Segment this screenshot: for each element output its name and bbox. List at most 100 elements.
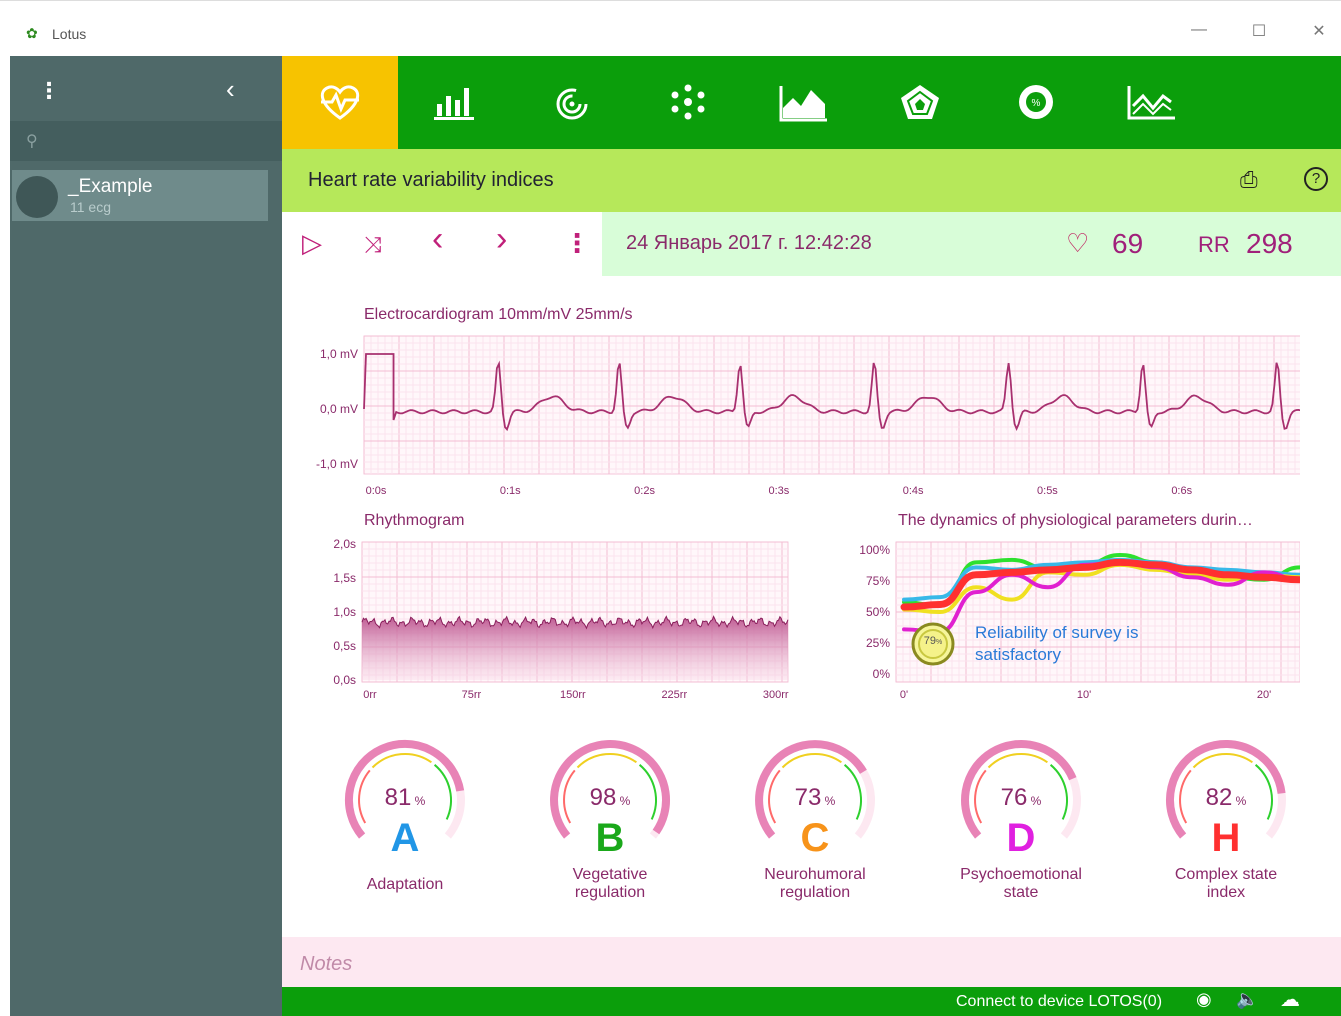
gauge-label: Adaptation	[313, 876, 497, 894]
tab-heart-pulse[interactable]	[282, 56, 398, 149]
print-icon[interactable]: ⎙	[1240, 167, 1258, 193]
tick-label: 25%	[866, 636, 890, 650]
rr-label: RR	[1198, 232, 1230, 257]
trend-chart-icon	[1127, 86, 1175, 120]
list-item-subtitle: 11 ecg	[70, 199, 111, 215]
notes-placeholder: Notes	[300, 953, 353, 975]
gauge-unit: %	[1027, 794, 1042, 808]
tick-label: 300rr	[763, 689, 789, 701]
tick-label: 150rr	[560, 689, 586, 701]
collapse-sidebar-icon[interactable]: ‹	[226, 74, 235, 105]
minimize-button[interactable]: —	[1184, 21, 1214, 39]
shuffle-icon[interactable]: ⤨	[364, 232, 382, 258]
more-options-icon[interactable]: ⋮	[564, 228, 590, 259]
ecg-chart: 1,0 mV 0,0 mV -1,0 mV 0:0s 0:1s 0:2s 0:3s 0:4s 0…	[316, 335, 1300, 497]
svg-text:%: %	[1032, 98, 1041, 109]
gauge-unit: %	[616, 794, 631, 808]
tab-spiral[interactable]	[514, 56, 630, 149]
search-input[interactable]: ⚲	[10, 121, 282, 161]
gauge-value: 82	[1205, 784, 1233, 811]
tab-area-chart[interactable]	[746, 56, 862, 149]
gauge-letter: C	[800, 816, 830, 860]
gauge-d[interactable]: 76 % D Psychoemotional state	[959, 738, 1139, 918]
tick-label: 0:3s	[768, 485, 789, 497]
tick-label: 0,0s	[333, 673, 356, 687]
search-icon: ⚲	[26, 133, 38, 150]
tab-pentagon-radar[interactable]	[862, 56, 978, 149]
help-icon[interactable]: ?	[1304, 167, 1328, 191]
avatar	[16, 176, 58, 218]
close-button[interactable]: ✕	[1304, 21, 1334, 41]
list-item-example[interactable]: _Example 11 ecg	[12, 170, 268, 221]
gauge-a[interactable]: 81 % A Adaptation	[343, 738, 523, 918]
bar-chart-icon	[434, 88, 474, 120]
gauge-label-line: index	[1206, 884, 1246, 901]
page-title: Heart rate variability indices	[308, 169, 554, 191]
ecg-chart-title: Electrocardiogram 10mm/mV 25mm/s	[364, 306, 633, 323]
tab-molecule[interactable]	[630, 56, 746, 149]
tick-label: 1,5s	[333, 571, 356, 585]
molecule-icon	[671, 84, 705, 120]
gauge-zone-yellow	[1192, 753, 1253, 769]
tab-percent[interactable]: %	[978, 56, 1094, 149]
spiral-icon	[556, 88, 588, 120]
gauge-h[interactable]: 82 % H Complex state index	[1164, 738, 1341, 918]
gauge-zone-yellow	[987, 753, 1048, 769]
gauge-label-line: regulation	[574, 884, 646, 901]
tab-bar-chart[interactable]	[398, 56, 514, 149]
rhythmogram-chart: 2,0s 1,5s 1,0s 0,5s 0,0s 0rr 75rr 150rr 225rr 300…	[333, 537, 789, 701]
tick-label: 0'	[900, 689, 908, 701]
gauge-value: 76	[1000, 784, 1028, 811]
sidebar-menu-icon[interactable]: ⋮	[38, 78, 60, 104]
record-datetime: 24 Январь 2017 г. 12:42:28	[626, 232, 872, 254]
heart-pulse-icon	[320, 85, 360, 120]
gauge-b[interactable]: 98 % B Vegetative regulation	[548, 738, 728, 918]
main-toolbar: %	[282, 56, 1341, 149]
tick-label: 0:6s	[1171, 485, 1192, 497]
pentagon-radar-icon	[901, 85, 939, 119]
sidebar: ⋮ ‹ ⚲ _Example 11 ecg	[10, 56, 282, 1016]
record-info-bar: 24 Январь 2017 г. 12:42:28 ♡ 69 RR 298	[602, 212, 1341, 276]
tick-label: 75rr	[462, 689, 482, 701]
reliability-text: Reliability of survey is satisfactory	[975, 623, 1139, 664]
gauge-label-line: Adaptation	[366, 876, 444, 893]
list-item-name: _Example	[68, 176, 153, 197]
tick-label: 225rr	[661, 689, 687, 701]
tick-label: -1,0 mV	[316, 457, 358, 471]
gauge-label-line: state	[1003, 884, 1039, 901]
tick-label: 0:1s	[500, 485, 521, 497]
play-icon[interactable]: ▷	[302, 228, 322, 259]
gauge-c[interactable]: 73 % C Neurohumoral regulation	[753, 738, 933, 918]
reliability-value: 79	[923, 635, 936, 647]
device-connection-status[interactable]: Connect to device LOTOS(0)	[956, 993, 1162, 1011]
notes-field[interactable]: Notes	[282, 937, 1341, 987]
record-icon[interactable]: ◉	[1196, 989, 1212, 1010]
tick-label: 0:4s	[903, 485, 924, 497]
tick-label: 50%	[866, 605, 890, 619]
sound-icon[interactable]: 🔈	[1236, 989, 1258, 1010]
gauge-label: Vegetative regulation	[518, 866, 702, 902]
gauge-label: Psychoemotional state	[929, 866, 1113, 902]
gauge-label-line: Complex state	[1174, 866, 1278, 883]
tick-label: 0%	[873, 667, 891, 681]
gauge-unit: %	[411, 794, 426, 808]
tick-label: 0,5s	[333, 639, 356, 653]
gauge-label-line: Psychoemotional	[960, 866, 1082, 883]
status-bar: Connect to device LOTOS(0) ◉ 🔈 ☁	[282, 987, 1341, 1016]
navigation-row: ▷ ⤨ ‹ › ⋮ 24 Январь 2017 г. 12:42:28 ♡ 6…	[282, 212, 1341, 276]
maximize-button[interactable]: ☐	[1244, 21, 1274, 41]
gauge-value: 81	[384, 784, 412, 811]
tab-trend-chart[interactable]	[1094, 56, 1210, 149]
cloud-icon[interactable]: ☁	[1280, 987, 1300, 1012]
gauge-unit: %	[821, 794, 836, 808]
reliability-unit: %	[936, 639, 943, 646]
gauge-value: 98	[589, 784, 617, 811]
gauge-label-line: regulation	[779, 884, 851, 901]
gauge-letter: A	[390, 816, 420, 860]
area-chart-icon	[779, 86, 827, 122]
rhythmogram-title: Rhythmogram	[364, 512, 465, 529]
gauge-letter: H	[1211, 816, 1241, 860]
next-icon[interactable]: ›	[496, 220, 507, 259]
previous-icon[interactable]: ‹	[432, 220, 443, 259]
tick-label: 2,0s	[333, 537, 356, 551]
